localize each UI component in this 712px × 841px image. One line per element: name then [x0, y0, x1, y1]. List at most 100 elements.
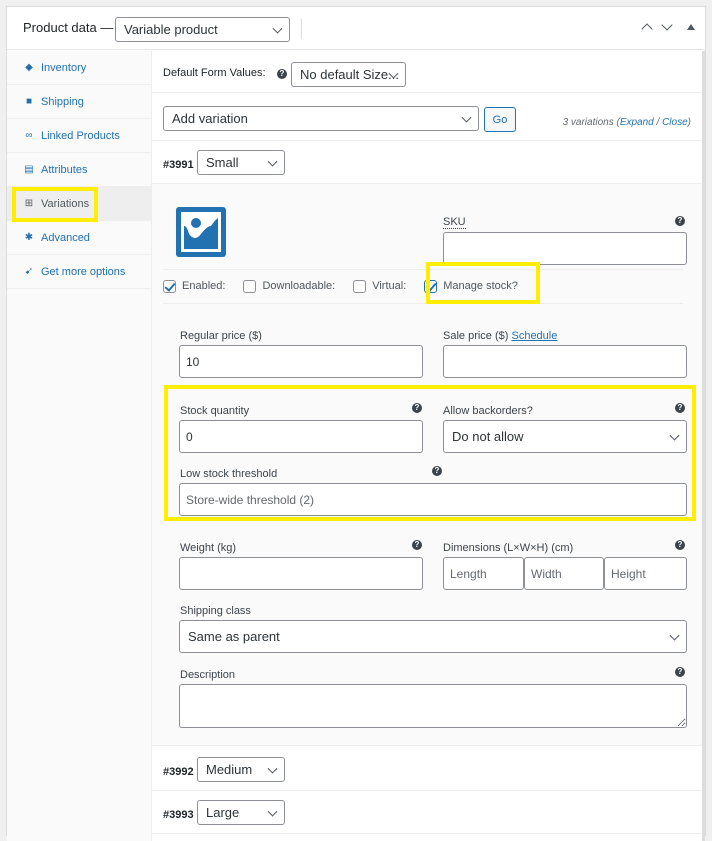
default-size-select[interactable]: No default Size...: [291, 62, 406, 87]
variation-size-select[interactable]: Small: [197, 150, 285, 175]
tag-icon: ◆: [25, 62, 33, 73]
variation-id: #3992: [163, 766, 194, 778]
weight-label: Weight (kg): [180, 542, 237, 554]
default-size-value: No default Size...: [300, 67, 399, 82]
variation-size-value: Medium: [206, 762, 253, 777]
schedule-link[interactable]: Schedule: [511, 330, 557, 342]
variation-header[interactable]: #3991 Small: [152, 142, 705, 184]
checkbox[interactable]: [243, 279, 257, 293]
sku-input[interactable]: [443, 232, 687, 265]
regular-price-label: Regular price ($): [180, 330, 262, 342]
checkbox-label: Downloadable:: [262, 280, 336, 292]
manage-stock-checkbox[interactable]: Manage stock?: [424, 279, 518, 293]
length-input[interactable]: Length: [443, 557, 524, 590]
variation-count: 3 variations (Expand / Close): [562, 117, 691, 128]
add-variation-row: Add variation Go 3 variations (Expand / …: [152, 94, 705, 141]
tab-label: Advanced: [41, 231, 90, 244]
expand-link[interactable]: Expand: [620, 117, 654, 128]
gear-icon: ✱: [24, 232, 34, 243]
help-icon[interactable]: ?: [412, 403, 422, 413]
low-stock-label: Low stock threshold: [180, 468, 278, 480]
tab-shipping[interactable]: ■ Shipping: [7, 85, 152, 119]
divider: [163, 303, 683, 304]
help-icon[interactable]: ?: [675, 540, 685, 550]
variation-details: SKU ? Enabled: Downloadable: Virtual: Ma…: [152, 184, 705, 746]
checkbox[interactable]: [163, 279, 176, 293]
move-up-icon[interactable]: [641, 23, 653, 35]
stock-quantity-input[interactable]: 0: [179, 420, 423, 453]
enabled-checkbox[interactable]: Enabled:: [163, 279, 226, 293]
product-data-panel: Product data — Variable product ◆ Invent…: [6, 6, 706, 841]
chevron-down-icon: [272, 23, 283, 34]
tab-label: Get more options: [41, 265, 126, 278]
help-icon[interactable]: ?: [432, 466, 442, 476]
tab-inventory[interactable]: ◆ Inventory: [7, 51, 152, 85]
variation-action-select[interactable]: Add variation: [163, 106, 479, 131]
checkbox-label: Virtual:: [372, 280, 407, 292]
tab-label: Attributes: [41, 163, 88, 176]
backorders-label: Allow backorders?: [443, 405, 533, 417]
tab-variations[interactable]: ⊞ Variations: [7, 187, 152, 221]
height-input[interactable]: Height: [604, 557, 687, 590]
virtual-checkbox[interactable]: Virtual:: [353, 279, 407, 293]
tab-advanced[interactable]: ✱ Advanced: [7, 221, 152, 255]
sku-label: SKU: [443, 216, 466, 229]
variation-id: #3991: [163, 159, 194, 171]
truck-icon: ■: [25, 96, 33, 107]
go-button[interactable]: Go: [484, 107, 516, 132]
chevron-down-icon: [267, 763, 278, 774]
width-input[interactable]: Width: [524, 557, 604, 590]
variation-header[interactable]: #3992 Medium: [152, 749, 705, 791]
low-stock-input[interactable]: Store-wide threshold (2): [179, 483, 687, 516]
shipping-class-value: Same as parent: [188, 629, 280, 644]
checkbox[interactable]: [353, 279, 367, 293]
backorders-select[interactable]: Do not allow: [443, 420, 687, 453]
checkbox[interactable]: [424, 279, 438, 293]
chevron-down-icon: [461, 112, 472, 123]
variation-count-text: 3 variations: [562, 117, 614, 128]
backorders-value: Do not allow: [452, 429, 524, 444]
chevron-down-icon: [267, 156, 278, 167]
scrollbar[interactable]: [702, 51, 705, 841]
sale-price-label: Sale price ($) Schedule: [443, 330, 558, 342]
shipping-class-label: Shipping class: [180, 605, 251, 617]
product-data-tabs: ◆ Inventory ■ Shipping ∞ Linked Products…: [7, 51, 152, 841]
variation-size-select[interactable]: Medium: [197, 757, 285, 782]
help-icon[interactable]: ?: [277, 69, 287, 79]
shipping-class-select[interactable]: Same as parent: [179, 620, 687, 653]
collapse-toggle-icon[interactable]: [687, 24, 695, 30]
help-icon[interactable]: ?: [675, 667, 685, 677]
tab-linked-products[interactable]: ∞ Linked Products: [7, 119, 152, 153]
help-icon[interactable]: ?: [675, 403, 685, 413]
description-textarea[interactable]: [179, 684, 687, 728]
tab-label: Inventory: [41, 61, 87, 74]
help-icon[interactable]: ?: [675, 216, 685, 226]
weight-input[interactable]: [179, 557, 423, 590]
default-form-label: Default Form Values:: [163, 67, 266, 79]
variation-size-value: Small: [206, 155, 239, 170]
close-link[interactable]: Close: [662, 117, 688, 128]
image-icon: [184, 218, 218, 249]
product-type-value: Variable product: [124, 22, 218, 37]
list-icon: ▤: [24, 164, 34, 175]
downloadable-checkbox[interactable]: Downloadable:: [243, 279, 336, 293]
chevron-down-icon: [267, 806, 278, 817]
move-down-icon[interactable]: [661, 19, 673, 31]
grid-icon: ⊞: [24, 198, 34, 209]
help-icon[interactable]: ?: [412, 540, 422, 550]
regular-price-input[interactable]: 10: [179, 345, 423, 378]
tab-attributes[interactable]: ▤ Attributes: [7, 153, 152, 187]
variation-size-select[interactable]: Large: [197, 800, 285, 825]
product-type-select[interactable]: Variable product: [115, 17, 290, 42]
checkbox-label: Enabled:: [182, 280, 226, 292]
variation-header[interactable]: #3993 Large: [152, 792, 705, 834]
tab-get-more-options[interactable]: ➹ Get more options: [7, 255, 152, 289]
plugin-icon: ➹: [24, 266, 34, 277]
tab-label: Linked Products: [41, 129, 120, 142]
variation-image-placeholder[interactable]: [176, 207, 226, 257]
dimensions-label: Dimensions (L×W×H) (cm): [443, 542, 574, 554]
tab-label: Shipping: [41, 95, 84, 108]
sale-price-input[interactable]: [443, 345, 687, 378]
default-form-values-row: Default Form Values: ? No default Size..…: [152, 51, 705, 93]
panel-header: Product data — Variable product: [7, 7, 705, 50]
